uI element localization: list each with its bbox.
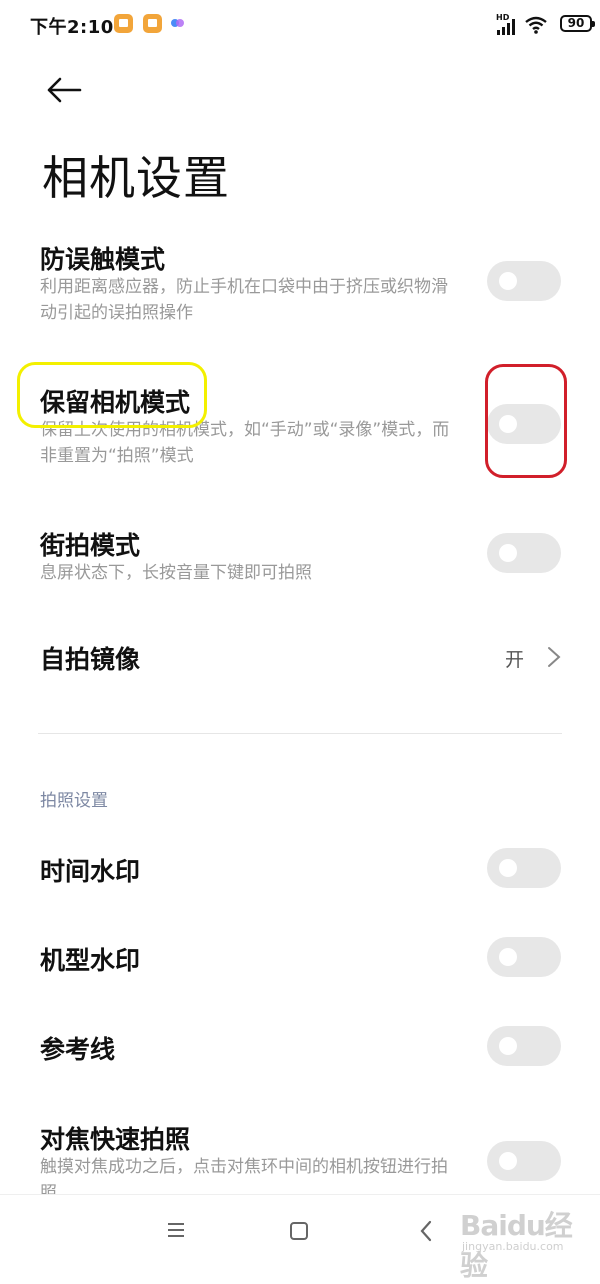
setting-row-anti-touch[interactable]: 防误触模式 利用距离感应器，防止手机在口袋中由于挤压或织物滑动引起的误拍照操作 [0,238,600,338]
selfie-mirror-value: 开 [505,649,525,671]
anti-touch-toggle[interactable] [487,261,561,301]
section-divider [38,733,562,734]
setting-row-grid-lines[interactable]: 参考线 [0,1026,600,1072]
menu-icon[interactable] [166,1221,186,1239]
status-bar: 下午2:10 HD 90 [0,0,600,50]
setting-title: 街拍模式 [40,531,141,560]
notification-icon [114,14,133,33]
setting-description: 保留上次使用的相机模式，如“手动”或“录像”模式，而非重置为“拍照”模式 [40,420,450,466]
setting-title: 防误触模式 [40,245,166,274]
focus-quick-shot-toggle[interactable] [487,1141,561,1181]
chevron-right-icon [548,647,561,667]
back-arrow-icon[interactable] [44,72,84,108]
setting-description: 利用距离感应器，防止手机在口袋中由于挤压或织物滑动引起的误拍照操作 [40,277,448,323]
model-watermark-toggle[interactable] [487,937,561,977]
keep-camera-mode-toggle[interactable] [487,404,561,444]
setting-title: 时间水印 [40,857,141,886]
setting-title: 保留相机模式 [40,388,191,417]
toggle-knob [499,948,517,966]
street-mode-toggle[interactable] [487,533,561,573]
status-time: 下午2:10 [30,17,114,38]
setting-row-focus-quick-shot[interactable]: 对焦快速拍照 触摸对焦成功之后，点击对焦环中间的相机按钮进行拍照 [0,1118,600,1194]
toggle-knob [499,859,517,877]
setting-description: 息屏状态下，长按音量下键即可拍照 [40,563,312,583]
toggle-knob [499,1152,517,1170]
battery-indicator: 90 [560,15,595,32]
setting-row-street-mode[interactable]: 街拍模式 息屏状态下，长按音量下键即可拍照 [0,524,600,594]
toggle-knob [499,544,517,562]
setting-title: 自拍镜像 [40,645,141,674]
time-watermark-toggle[interactable] [487,848,561,888]
setting-row-time-watermark[interactable]: 时间水印 [0,848,600,894]
setting-description: 触摸对焦成功之后，点击对焦环中间的相机按钮进行拍照 [40,1157,448,1194]
toggle-knob [499,415,517,433]
notification-icon [143,14,162,33]
watermark-url: jingyan.baidu.com [462,1240,564,1253]
wifi-icon [525,16,547,34]
home-icon[interactable] [290,1222,308,1240]
setting-title: 对焦快速拍照 [40,1125,191,1154]
section-label-photo-settings: 拍照设置 [40,791,108,811]
toggle-knob [499,1037,517,1055]
nav-back-icon[interactable] [418,1219,434,1243]
setting-row-keep-camera-mode[interactable]: 保留相机模式 保留上次使用的相机模式，如“手动”或“录像”模式，而非重置为“拍照… [0,381,600,481]
app-notification-icon [171,17,189,29]
setting-title: 参考线 [40,1035,116,1064]
toggle-knob [499,272,517,290]
grid-lines-toggle[interactable] [487,1026,561,1066]
page-title: 相机设置 [42,151,230,205]
baidu-watermark: Baidu经验 jingyan.baidu.com [452,1200,592,1282]
signal-icon [497,19,515,35]
setting-row-model-watermark[interactable]: 机型水印 [0,937,600,983]
setting-title: 机型水印 [40,946,141,975]
